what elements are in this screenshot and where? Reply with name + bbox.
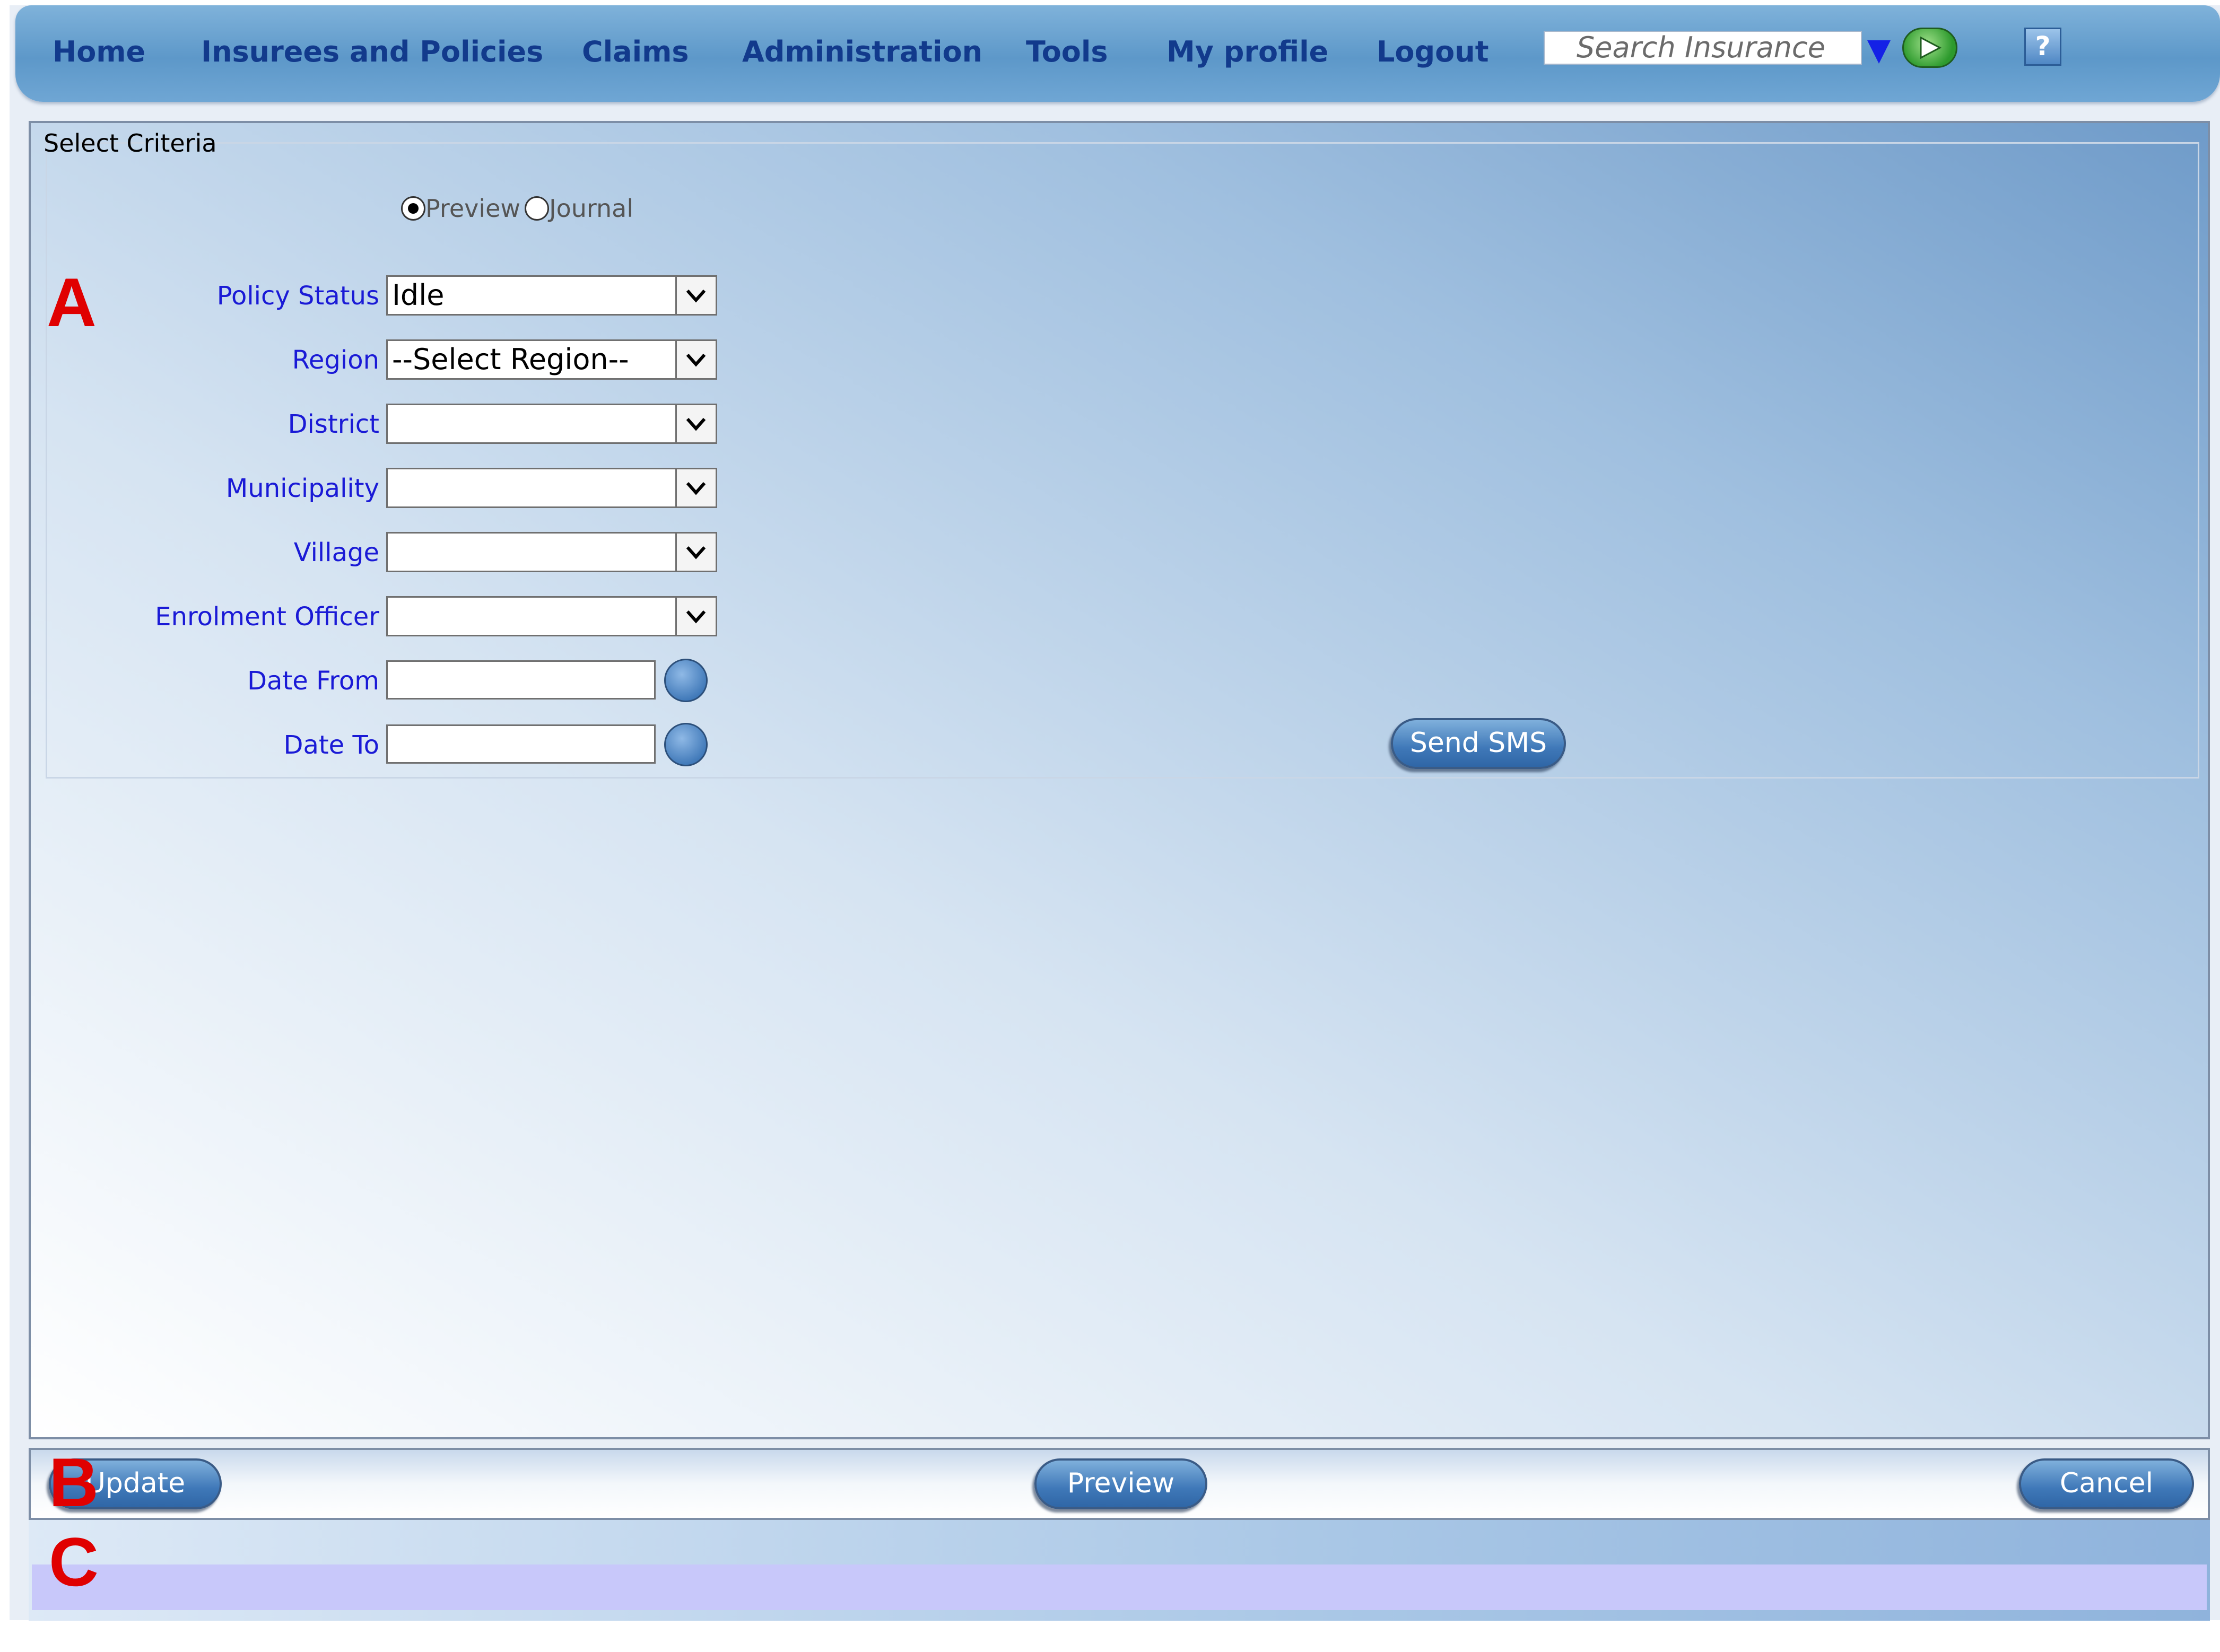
nav-claims[interactable]: Claims <box>582 35 689 68</box>
chevron-down-icon[interactable] <box>675 534 716 571</box>
send-sms-button[interactable]: Send SMS <box>1391 718 1566 769</box>
annotation-marker-c: C <box>49 1523 99 1601</box>
nav-my-profile[interactable]: My profile <box>1166 35 1328 68</box>
municipality-select[interactable] <box>386 468 717 508</box>
nav-tools[interactable]: Tools <box>1026 35 1108 68</box>
help-icon[interactable]: ? <box>2024 28 2061 66</box>
chevron-down-icon[interactable] <box>675 405 716 442</box>
chevron-down-icon[interactable] <box>675 341 716 378</box>
date-to-calendar-button[interactable] <box>664 723 708 766</box>
search-go-button[interactable] <box>1902 28 1957 68</box>
play-arrow-icon <box>1920 36 1942 59</box>
date-to-label: Date To <box>283 730 379 760</box>
municipality-label: Municipality <box>225 474 379 503</box>
date-to-input[interactable] <box>386 724 656 764</box>
chevron-down-icon[interactable] <box>675 469 716 506</box>
region-select[interactable]: --Select Region-- <box>386 339 717 380</box>
status-message-bar <box>32 1564 2207 1610</box>
cancel-button[interactable]: Cancel <box>2019 1458 2194 1509</box>
preview-button[interactable]: Preview <box>1034 1458 1207 1509</box>
annotation-marker-b: B <box>49 1444 99 1521</box>
date-from-calendar-button[interactable] <box>664 659 708 702</box>
journal-radio[interactable] <box>525 196 550 221</box>
report-mode-radio-group: Preview Journal <box>401 192 638 223</box>
nav-insurees-and-policies[interactable]: Insurees and Policies <box>201 35 543 68</box>
journal-radio-label: Journal <box>549 194 634 223</box>
search-input[interactable]: Search Insurance <box>1544 31 1862 65</box>
policy-status-label: Policy Status <box>216 281 379 311</box>
main-content-panel <box>29 121 2210 1439</box>
enrolment-officer-select[interactable] <box>386 596 717 636</box>
nav-logout[interactable]: Logout <box>1377 35 1489 68</box>
district-select[interactable] <box>386 404 717 444</box>
date-from-input[interactable] <box>386 660 656 700</box>
nav-administration[interactable]: Administration <box>742 35 982 68</box>
preview-radio-label: Preview <box>425 194 521 223</box>
region-label: Region <box>292 345 379 375</box>
district-label: District <box>288 409 379 439</box>
chevron-down-icon[interactable] <box>675 277 716 314</box>
village-label: Village <box>293 538 379 567</box>
enrolment-officer-label: Enrolment Officer <box>155 602 379 632</box>
annotation-marker-a: A <box>47 264 97 341</box>
policy-status-value: Idle <box>392 278 445 312</box>
preview-radio[interactable] <box>401 196 425 221</box>
region-value: --Select Region-- <box>392 343 629 376</box>
chevron-down-icon[interactable] <box>675 598 716 635</box>
nav-home[interactable]: Home <box>53 35 145 68</box>
search-dropdown-arrow-icon[interactable] <box>1867 40 1891 64</box>
policy-status-select[interactable]: Idle <box>386 275 717 316</box>
criteria-legend: Select Criteria <box>43 129 217 158</box>
village-select[interactable] <box>386 532 717 572</box>
date-from-label: Date From <box>247 666 379 696</box>
